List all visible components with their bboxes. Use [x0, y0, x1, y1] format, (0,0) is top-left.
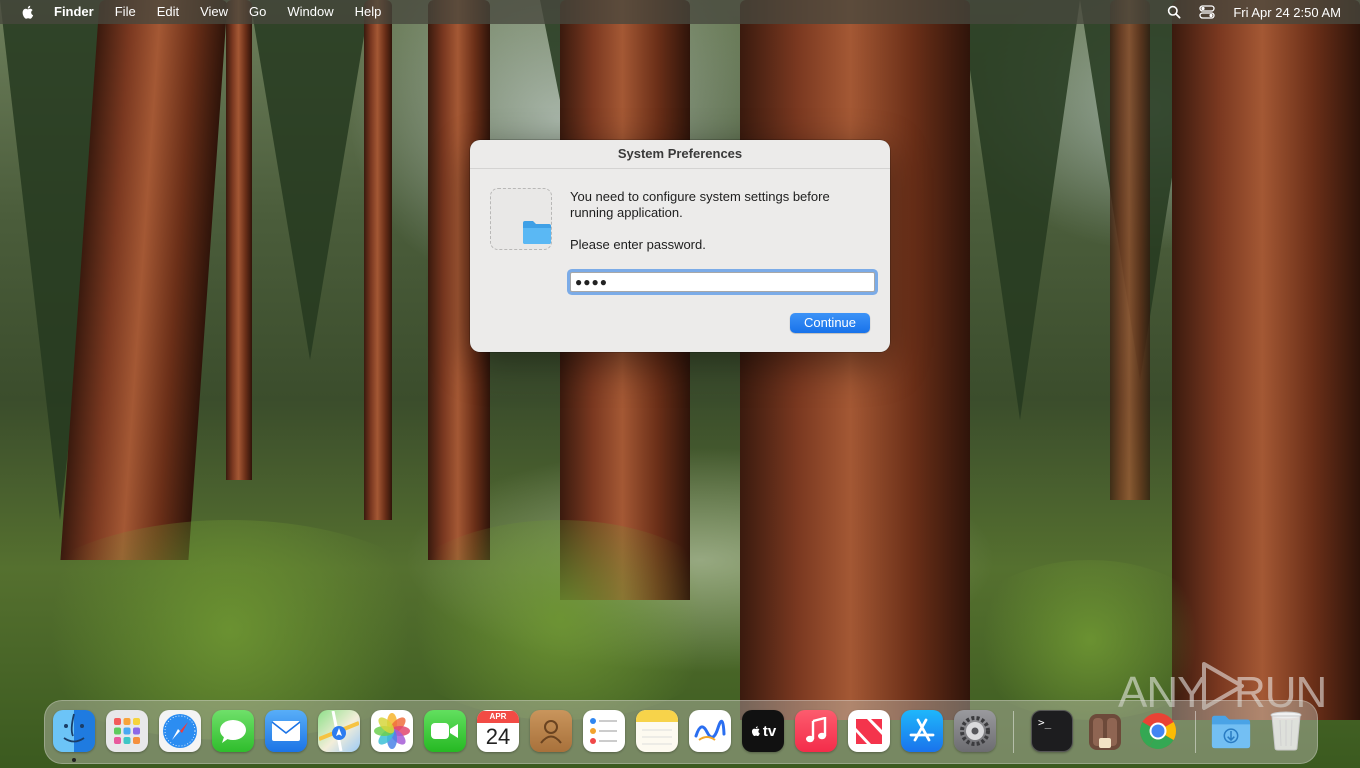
downloads-folder-icon[interactable] [1210, 710, 1252, 752]
maps-icon[interactable] [318, 710, 360, 752]
safari-icon[interactable] [159, 710, 201, 752]
terminal-icon[interactable]: >_ [1031, 710, 1073, 752]
menu-window[interactable]: Window [287, 0, 333, 24]
menubar-clock[interactable]: Fri Apr 24 2:50 AM [1233, 5, 1341, 20]
search-icon[interactable] [1167, 5, 1181, 19]
notes-icon[interactable] [636, 710, 678, 752]
app-placeholder-icon [490, 188, 552, 250]
finder-running-indicator [72, 758, 76, 762]
calendar-day: 24 [485, 724, 511, 749]
photos-icon[interactable] [371, 710, 413, 752]
password-field[interactable]: ●●●● [570, 272, 875, 292]
dialog-prompt: Please enter password. [570, 237, 706, 252]
dock: APR 24 tv >_ [44, 700, 1318, 764]
tv-icon[interactable]: tv [742, 710, 784, 752]
control-center-icon[interactable] [1199, 5, 1215, 19]
folder-icon [521, 218, 553, 251]
apple-icon[interactable] [20, 4, 36, 20]
calendar-icon[interactable]: APR 24 [477, 710, 519, 752]
dialog-title: System Preferences [470, 140, 890, 169]
dialog-message: You need to configure system settings be… [570, 189, 830, 220]
menu-finder[interactable]: Finder [54, 0, 94, 24]
freeform-icon[interactable] [689, 710, 731, 752]
calendar-month: APR [477, 711, 519, 723]
tv-label: tv [762, 722, 777, 740]
menu-help[interactable]: Help [355, 0, 382, 24]
menu-file[interactable]: File [115, 0, 136, 24]
dock-separator [1195, 711, 1196, 753]
news-icon[interactable] [848, 710, 890, 752]
mail-icon[interactable] [265, 710, 307, 752]
dock-separator [1013, 711, 1014, 753]
terminal-prompt: >_ [1038, 716, 1052, 729]
system-settings-icon[interactable] [954, 710, 996, 752]
music-icon[interactable] [795, 710, 837, 752]
menu-bar: Finder File Edit View Go Window Help Fri… [0, 0, 1360, 24]
messages-icon[interactable] [212, 710, 254, 752]
trash-icon[interactable] [1265, 710, 1307, 752]
launchpad-icon[interactable] [106, 710, 148, 752]
menu-go[interactable]: Go [249, 0, 266, 24]
app-icon[interactable] [1084, 710, 1126, 752]
menu-view[interactable]: View [200, 0, 228, 24]
reminders-icon[interactable] [583, 710, 625, 752]
contacts-icon[interactable] [530, 710, 572, 752]
chrome-icon[interactable] [1137, 710, 1179, 752]
app-store-icon[interactable] [901, 710, 943, 752]
password-dialog: System Preferences You need to configure… [470, 140, 890, 352]
finder-icon[interactable] [53, 710, 95, 752]
menu-edit[interactable]: Edit [157, 0, 179, 24]
desktop-wallpaper [0, 0, 1360, 768]
facetime-icon[interactable] [424, 710, 466, 752]
continue-button[interactable]: Continue [790, 313, 870, 333]
